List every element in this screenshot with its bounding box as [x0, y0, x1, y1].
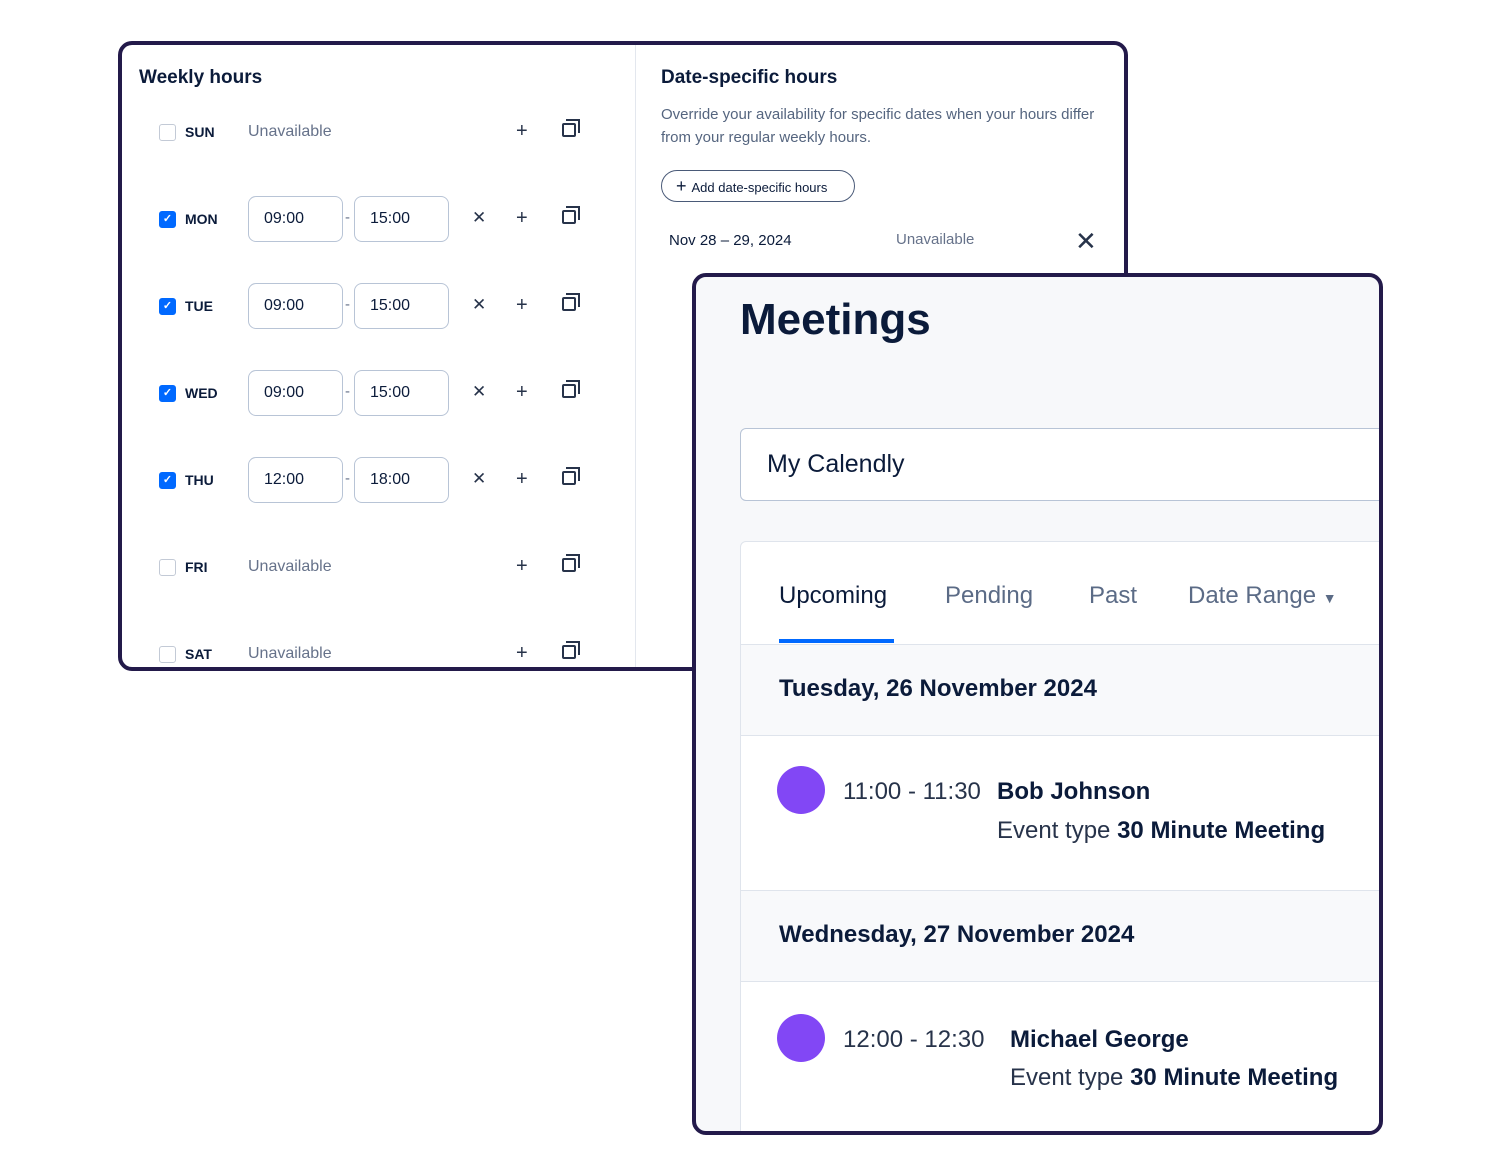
end-time-input[interactable]: 15:00	[354, 283, 449, 329]
day-label: THU	[185, 472, 214, 488]
day-row-tue: ✓ TUE 09:00 - 15:00 ✕ +	[122, 283, 622, 329]
date-specific-description: Override your availability for specific …	[661, 106, 1095, 146]
date-header: Wednesday, 27 November 2024	[741, 890, 1379, 982]
caret-down-icon: ▼	[1322, 590, 1337, 606]
tab-upcoming[interactable]: Upcoming	[779, 582, 887, 610]
add-button-label: Add date-specific hours	[691, 180, 828, 195]
event-color-dot	[777, 1014, 825, 1062]
start-time-input[interactable]: 09:00	[248, 370, 343, 416]
date-header: Tuesday, 26 November 2024	[741, 644, 1379, 736]
divider	[635, 45, 636, 667]
tab-pending[interactable]: Pending	[945, 582, 1033, 610]
range-dash: -	[345, 470, 350, 487]
start-time-input[interactable]: 12:00	[248, 457, 343, 503]
override-row: Nov 28 – 29, 2024 Unavailable ✕	[669, 226, 1109, 256]
add-interval-icon[interactable]: +	[516, 380, 528, 404]
day-row-sat: SAT Unavailable +	[122, 631, 622, 667]
day-checkbox[interactable]	[159, 646, 176, 663]
range-dash: -	[345, 209, 350, 226]
copy-times-icon[interactable]	[562, 206, 580, 224]
day-label: MON	[185, 211, 218, 227]
meetings-card: Meetings My Calendly Upcoming Pending Pa…	[692, 273, 1383, 1135]
tab-date-range[interactable]: Date Range ▼	[1188, 582, 1337, 610]
active-tab-indicator	[779, 639, 894, 643]
remove-override-icon[interactable]: ✕	[1075, 226, 1097, 257]
copy-times-icon[interactable]	[562, 467, 580, 485]
event-type-label: Event type	[997, 817, 1111, 844]
day-row-mon: ✓ MON 09:00 - 15:00 ✕ +	[122, 196, 622, 242]
day-checkbox[interactable]	[159, 124, 176, 141]
remove-interval-icon[interactable]: ✕	[472, 293, 486, 317]
day-label: SAT	[185, 646, 212, 662]
day-label: SUN	[185, 124, 215, 140]
event-type-value: 30 Minute Meeting	[1117, 817, 1326, 844]
event-time: 11:00 - 11:30	[843, 778, 981, 805]
day-row-thu: ✓ THU 12:00 - 18:00 ✕ +	[122, 457, 622, 503]
unavailable-label: Unavailable	[248, 645, 332, 662]
copy-times-icon[interactable]	[562, 119, 580, 137]
event-type: Event type 30 Minute Meeting	[997, 817, 1325, 845]
day-checkbox[interactable]	[159, 559, 176, 576]
start-time-input[interactable]: 09:00	[248, 196, 343, 242]
day-row-sun: SUN Unavailable +	[122, 109, 622, 155]
override-status: Unavailable	[896, 231, 975, 248]
day-checkbox[interactable]: ✓	[159, 472, 176, 489]
override-dates: Nov 28 – 29, 2024	[669, 232, 792, 249]
date-specific-title: Date-specific hours	[661, 67, 838, 88]
range-dash: -	[345, 383, 350, 400]
event-time: 12:00 - 12:30	[843, 1026, 985, 1053]
remove-interval-icon[interactable]: ✕	[472, 380, 486, 404]
copy-times-icon[interactable]	[562, 641, 580, 659]
day-label: TUE	[185, 298, 213, 314]
tab-past[interactable]: Past	[1089, 582, 1137, 610]
end-time-input[interactable]: 15:00	[354, 196, 449, 242]
day-row-fri: FRI Unavailable +	[122, 544, 622, 590]
remove-interval-icon[interactable]: ✕	[472, 467, 486, 491]
event-type-label: Event type	[1010, 1064, 1124, 1091]
copy-times-icon[interactable]	[562, 380, 580, 398]
plus-icon: +	[676, 176, 687, 196]
meetings-list: Upcoming Pending Past Date Range ▼ Tuesd…	[740, 541, 1379, 1131]
add-interval-icon[interactable]: +	[516, 554, 528, 578]
end-time-input[interactable]: 15:00	[354, 370, 449, 416]
event-type-value: 30 Minute Meeting	[1130, 1064, 1339, 1091]
day-label: WED	[185, 385, 218, 401]
event-type: Event type 30 Minute Meeting	[1010, 1064, 1338, 1092]
add-interval-icon[interactable]: +	[516, 467, 528, 491]
unavailable-label: Unavailable	[248, 123, 332, 140]
event-row[interactable]: 11:00 - 11:30 Bob Johnson Event type 30 …	[741, 736, 1379, 890]
event-invitee: Bob Johnson	[997, 778, 1151, 805]
date-range-label: Date Range	[1188, 582, 1317, 609]
add-interval-icon[interactable]: +	[516, 641, 528, 665]
add-interval-icon[interactable]: +	[516, 119, 528, 143]
day-checkbox[interactable]: ✓	[159, 298, 176, 315]
add-interval-icon[interactable]: +	[516, 206, 528, 230]
range-dash: -	[345, 296, 350, 313]
unavailable-label: Unavailable	[248, 558, 332, 575]
calendar-selector[interactable]: My Calendly	[740, 428, 1379, 501]
weekly-hours-title: Weekly hours	[139, 67, 263, 88]
start-time-input[interactable]: 09:00	[248, 283, 343, 329]
meetings-title: Meetings	[740, 295, 931, 344]
event-row[interactable]: 12:00 - 12:30 Michael George Event type …	[741, 982, 1379, 1131]
day-row-wed: ✓ WED 09:00 - 15:00 ✕ +	[122, 370, 622, 416]
event-color-dot	[777, 766, 825, 814]
add-date-specific-hours-button[interactable]: + Add date-specific hours	[661, 170, 855, 202]
copy-times-icon[interactable]	[562, 293, 580, 311]
remove-interval-icon[interactable]: ✕	[472, 206, 486, 230]
copy-times-icon[interactable]	[562, 554, 580, 572]
event-invitee: Michael George	[1010, 1026, 1189, 1053]
add-interval-icon[interactable]: +	[516, 293, 528, 317]
day-checkbox[interactable]: ✓	[159, 385, 176, 402]
end-time-input[interactable]: 18:00	[354, 457, 449, 503]
day-checkbox[interactable]: ✓	[159, 211, 176, 228]
day-label: FRI	[185, 559, 208, 575]
